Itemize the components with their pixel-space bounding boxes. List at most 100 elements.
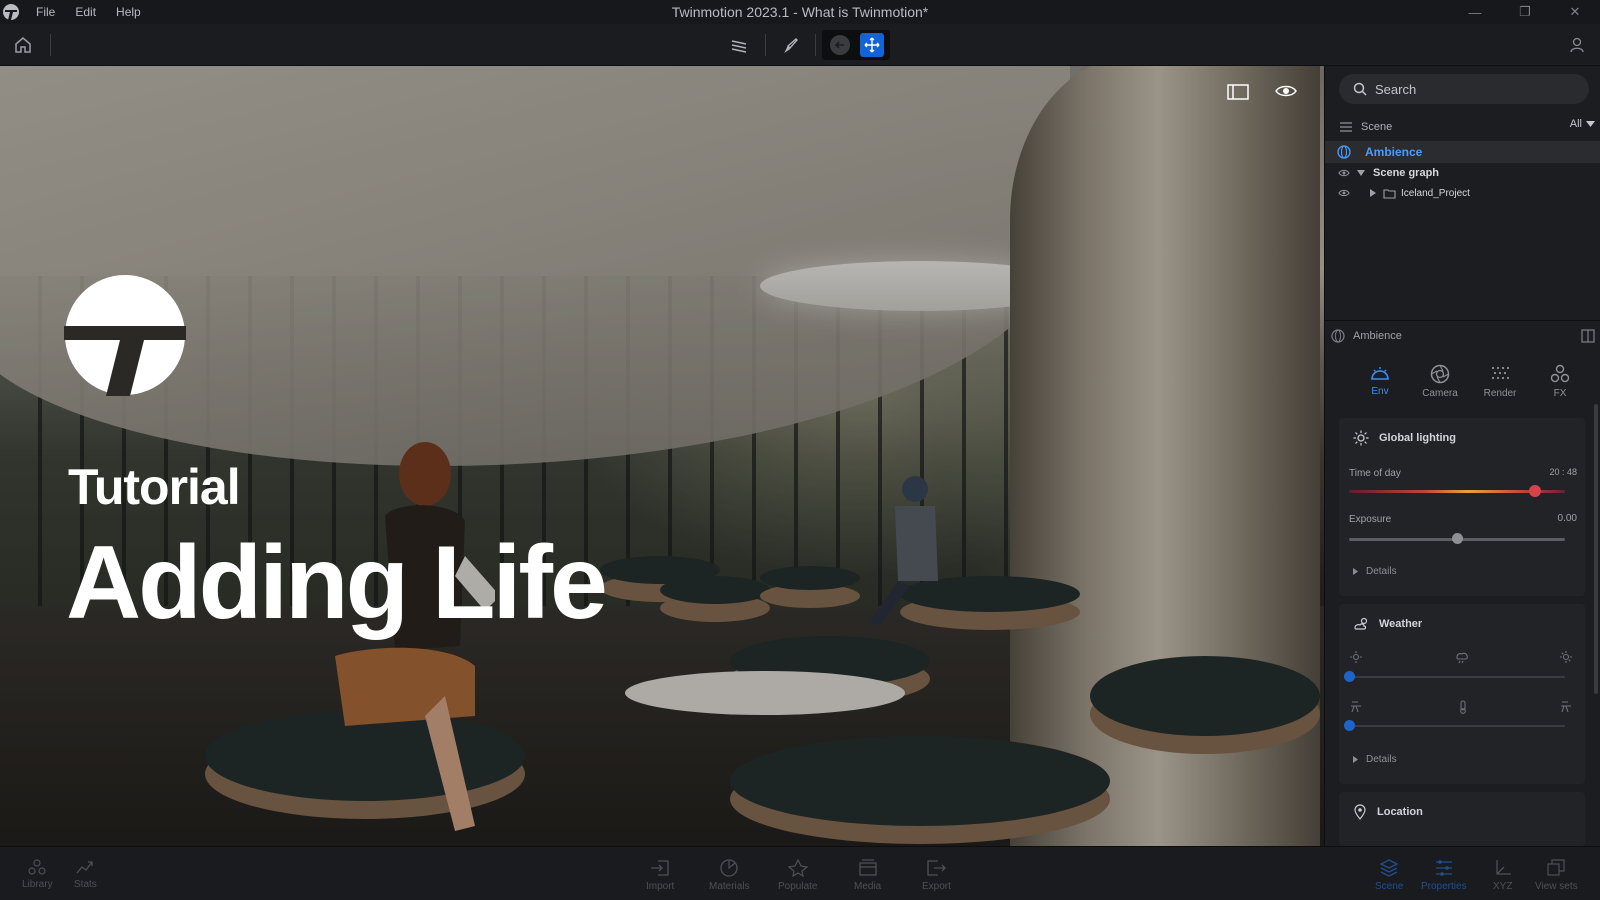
search-icon bbox=[1353, 82, 1367, 96]
tab-fx[interactable]: FX bbox=[1535, 364, 1585, 399]
view-sets-panel-toggle[interactable]: View sets bbox=[1535, 859, 1578, 892]
details-label: Details bbox=[1366, 566, 1397, 577]
minimize-button[interactable]: — bbox=[1450, 0, 1500, 24]
fx-icon bbox=[1550, 364, 1570, 383]
exposure-slider[interactable] bbox=[1349, 533, 1565, 544]
bottom-bar-label: Media bbox=[854, 881, 882, 892]
bottom-bar-label: Export bbox=[922, 881, 951, 892]
global-lighting-header[interactable]: Global lighting bbox=[1353, 430, 1456, 446]
season-slider[interactable] bbox=[1343, 720, 1565, 731]
account-button[interactable] bbox=[1566, 34, 1588, 56]
paint-brush-button[interactable] bbox=[780, 34, 802, 56]
time-of-day-slider[interactable] bbox=[1349, 485, 1565, 497]
library-button[interactable]: Library bbox=[22, 859, 53, 890]
visibility-eye-icon[interactable] bbox=[1338, 189, 1350, 197]
tab-label: FX bbox=[1553, 388, 1567, 399]
render-icon bbox=[1491, 366, 1510, 380]
exposure-knob[interactable] bbox=[1451, 533, 1463, 544]
global-lighting-details-toggle[interactable]: Details bbox=[1353, 566, 1397, 577]
home-icon bbox=[15, 37, 31, 53]
window-controls: — ❐ ✕ bbox=[1450, 0, 1600, 24]
caret-down-icon bbox=[1586, 121, 1595, 127]
expand-arrow-icon bbox=[1353, 568, 1358, 575]
scene-filter-dropdown[interactable]: All bbox=[1570, 118, 1595, 130]
properties-icon bbox=[1435, 860, 1452, 876]
season-knob[interactable] bbox=[1343, 720, 1355, 731]
export-icon bbox=[927, 860, 947, 876]
viewport-layout-button[interactable] bbox=[1226, 82, 1250, 102]
materials-button[interactable]: Materials bbox=[709, 859, 750, 892]
layers-button[interactable] bbox=[728, 34, 750, 56]
tutorial-label: Tutorial bbox=[68, 459, 241, 515]
expand-arrow-icon[interactable] bbox=[1357, 170, 1365, 176]
scene-header-label: Scene bbox=[1361, 121, 1393, 133]
panel-divider bbox=[1325, 320, 1600, 321]
search-input[interactable] bbox=[1375, 81, 1555, 97]
details-label: Details bbox=[1366, 754, 1397, 765]
weather-slider[interactable] bbox=[1343, 671, 1565, 682]
stats-button[interactable]: Stats bbox=[74, 859, 97, 890]
media-button[interactable]: Media bbox=[854, 859, 881, 892]
properties-tabs: Env Camera Render FX bbox=[1355, 364, 1585, 399]
properties-scrollbar[interactable] bbox=[1594, 404, 1598, 694]
tutorial-title: Adding Life bbox=[66, 525, 608, 641]
tab-label: Camera bbox=[1422, 388, 1458, 399]
populate-button[interactable]: Populate bbox=[778, 859, 817, 892]
location-header[interactable]: Location bbox=[1353, 804, 1423, 820]
toolbar-divider bbox=[50, 34, 51, 56]
tab-env[interactable]: Env bbox=[1355, 364, 1405, 399]
tab-label: Render bbox=[1483, 388, 1517, 399]
bottom-bar-label: XYZ bbox=[1493, 881, 1513, 892]
scene-item-scene-graph[interactable]: Scene graph bbox=[1325, 163, 1600, 183]
global-lighting-section: Global lighting Time of day 20 : 48 Expo… bbox=[1339, 418, 1585, 596]
scene-item-iceland-project[interactable]: Iceland_Project bbox=[1325, 183, 1600, 203]
properties-panel-toggle[interactable]: Properties bbox=[1421, 859, 1467, 892]
tab-render[interactable]: Render bbox=[1475, 364, 1525, 399]
menu-edit[interactable]: Edit bbox=[65, 0, 106, 24]
scene-item-label: Ambience bbox=[1365, 145, 1423, 159]
move-tool-button[interactable] bbox=[860, 33, 884, 57]
import-icon bbox=[651, 860, 669, 876]
twinmotion-brand-icon bbox=[64, 275, 186, 396]
weather-knob[interactable] bbox=[1343, 671, 1355, 682]
tab-camera[interactable]: Camera bbox=[1415, 364, 1465, 399]
dock-panel-icon[interactable] bbox=[1581, 329, 1595, 343]
back-button[interactable] bbox=[830, 35, 850, 55]
menu-file[interactable]: File bbox=[26, 0, 65, 24]
xyz-panel-toggle[interactable]: XYZ bbox=[1493, 859, 1512, 892]
rain-icon bbox=[1456, 652, 1468, 664]
close-button[interactable]: ✕ bbox=[1550, 0, 1600, 24]
stats-icon bbox=[76, 861, 94, 874]
home-button[interactable] bbox=[12, 34, 34, 56]
populate-icon bbox=[787, 859, 808, 877]
menu-bar: File Edit Help bbox=[26, 0, 151, 24]
bottom-bar-label: Properties bbox=[1421, 881, 1467, 892]
import-button[interactable]: Import bbox=[646, 859, 674, 892]
twinmotion-logo-icon bbox=[2, 3, 20, 21]
restore-button[interactable]: ❐ bbox=[1500, 0, 1550, 24]
bottom-bar-label: Library bbox=[22, 879, 53, 890]
exposure-value: 0.00 bbox=[1557, 513, 1577, 524]
layers-icon bbox=[731, 40, 747, 53]
viewport-visibility-button[interactable] bbox=[1274, 81, 1298, 101]
weather-details-toggle[interactable]: Details bbox=[1353, 754, 1397, 765]
bottom-bar-label: Populate bbox=[778, 881, 818, 892]
bottom-bar-label: Import bbox=[646, 881, 675, 892]
location-title: Location bbox=[1377, 806, 1423, 818]
weather-header[interactable]: Weather bbox=[1353, 616, 1422, 632]
collapse-arrow-icon[interactable] bbox=[1370, 189, 1376, 197]
bottom-bar-label: Materials bbox=[709, 881, 750, 892]
time-of-day-knob[interactable] bbox=[1528, 485, 1541, 497]
scene-item-ambience[interactable]: Ambience bbox=[1325, 141, 1600, 163]
3d-viewport[interactable]: Tutorial Adding Life bbox=[0, 66, 1324, 846]
menu-help[interactable]: Help bbox=[106, 0, 151, 24]
scene-panel-toggle[interactable]: Scene bbox=[1375, 859, 1403, 892]
weather-icon bbox=[1354, 617, 1368, 630]
bottom-bar-label: Scene bbox=[1375, 881, 1404, 892]
properties-header: Ambience bbox=[1331, 328, 1595, 344]
toolbar bbox=[0, 24, 1600, 66]
export-button[interactable]: Export bbox=[922, 859, 951, 892]
visibility-eye-icon[interactable] bbox=[1338, 169, 1350, 177]
time-of-day-label: Time of day bbox=[1349, 468, 1401, 479]
search-box[interactable] bbox=[1339, 74, 1589, 104]
